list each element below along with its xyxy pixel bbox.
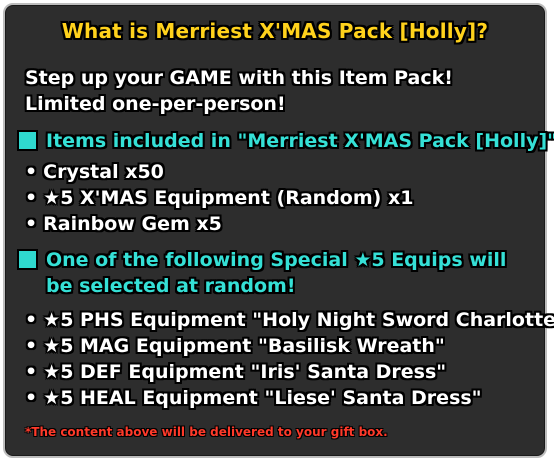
list-item-text: ★5 X'MAS Equipment (Random) x1	[43, 187, 414, 209]
bullet-icon: •	[25, 213, 38, 235]
section-heading-special-line2: be selected at random!	[46, 275, 296, 297]
section-heading-special: One of the following Special ★5 Equips w…	[19, 249, 506, 271]
bullet-icon: •	[25, 161, 38, 183]
teal-square-icon	[19, 132, 36, 149]
list-item: • ★5 DEF Equipment "Iris' Santa Dress"	[25, 361, 446, 383]
section-heading-included: Items included in "Merriest X'MAS Pack […	[19, 130, 554, 152]
teal-square-icon	[19, 251, 36, 268]
intro-line-2: Limited one-per-person!	[25, 93, 286, 115]
bullet-icon: •	[25, 335, 38, 357]
section-heading-special-text: One of the following Special ★5 Equips w…	[46, 249, 507, 271]
section-heading-included-text: Items included in "Merriest X'MAS Pack […	[46, 130, 554, 152]
list-item: • ★5 HEAL Equipment "Liese' Santa Dress"	[25, 387, 482, 409]
pack-info-panel: What is Merriest X'MAS Pack [Holly]? Ste…	[3, 3, 554, 458]
panel-title: What is Merriest X'MAS Pack [Holly]?	[61, 19, 489, 43]
list-item-text: Crystal x50	[43, 161, 164, 183]
list-item-text: ★5 MAG Equipment "Basilisk Wreath"	[43, 335, 445, 357]
bullet-icon: •	[25, 187, 38, 209]
list-item-text: ★5 PHS Equipment "Holy Night Sword Charl…	[43, 309, 554, 331]
list-item: • Rainbow Gem x5	[25, 213, 222, 235]
list-item: • ★5 X'MAS Equipment (Random) x1	[25, 187, 413, 209]
list-item: • ★5 MAG Equipment "Basilisk Wreath"	[25, 335, 445, 357]
bullet-icon: •	[25, 361, 38, 383]
footnote: *The content above will be delivered to …	[25, 425, 388, 439]
list-item: • Crystal x50	[25, 161, 164, 183]
bullet-icon: •	[25, 309, 38, 331]
intro-line-1: Step up your GAME with this Item Pack!	[25, 67, 453, 89]
list-item-text: Rainbow Gem x5	[43, 213, 222, 235]
list-item-text: ★5 HEAL Equipment "Liese' Santa Dress"	[43, 387, 482, 409]
list-item-text: ★5 DEF Equipment "Iris' Santa Dress"	[43, 361, 447, 383]
list-item: • ★5 PHS Equipment "Holy Night Sword Char…	[25, 309, 554, 331]
bullet-icon: •	[25, 387, 38, 409]
